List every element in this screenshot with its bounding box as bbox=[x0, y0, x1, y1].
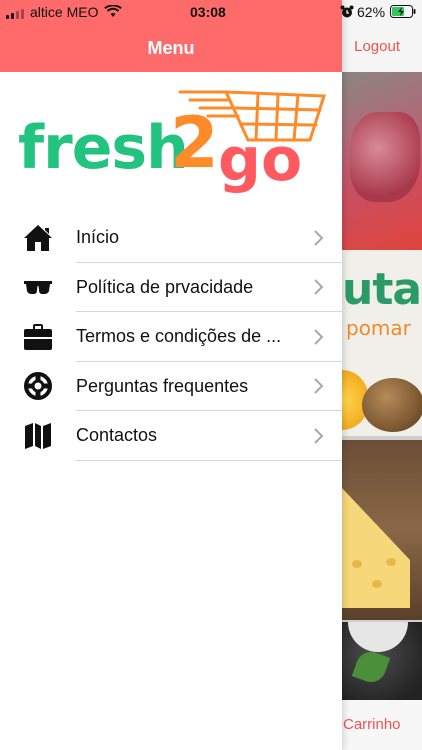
briefcase-icon bbox=[23, 322, 53, 352]
menu-item-label: Contactos bbox=[76, 425, 158, 446]
alarm-clock-icon bbox=[340, 5, 354, 18]
divider bbox=[76, 459, 342, 461]
chevron-right-icon bbox=[314, 329, 324, 345]
fresh2go-logo: fresh 2 go bbox=[18, 88, 328, 198]
menu-item-inicio[interactable]: Início bbox=[0, 213, 342, 263]
side-drawer: Menu fresh 2 go Início Política de prvac… bbox=[0, 0, 342, 750]
fruit-banner-title: uta bbox=[342, 264, 422, 315]
tab-cart[interactable]: Carrinho bbox=[343, 716, 401, 733]
sunglasses-icon bbox=[23, 272, 53, 302]
carrier-name: altice MEO bbox=[30, 4, 99, 20]
lifebuoy-icon bbox=[23, 371, 53, 401]
menu-item-termos-condicoes[interactable]: Termos e condições de ... bbox=[0, 312, 342, 362]
logo-text-fresh: fresh bbox=[18, 113, 189, 183]
menu-item-perguntas-frequentes[interactable]: Perguntas frequentes bbox=[0, 362, 342, 411]
cellular-signal-icon bbox=[6, 9, 24, 19]
logout-button[interactable]: Logout bbox=[354, 38, 400, 55]
menu-item-label: Perguntas frequentes bbox=[76, 375, 249, 396]
wifi-icon bbox=[104, 5, 122, 17]
home-icon bbox=[23, 223, 53, 253]
battery-icon bbox=[390, 5, 416, 18]
menu-item-contactos[interactable]: Contactos bbox=[0, 411, 342, 461]
category-tile-fruit[interactable]: uta pomar bbox=[342, 250, 422, 436]
category-tile-herbs[interactable] bbox=[342, 622, 422, 700]
logo-text-2: 2 bbox=[170, 102, 219, 184]
chevron-right-icon bbox=[314, 428, 324, 444]
menu-item-politica-privacidade[interactable]: Política de prvacidade bbox=[0, 263, 342, 312]
chevron-right-icon bbox=[314, 279, 324, 295]
menu-item-label: Termos e condições de ... bbox=[76, 326, 282, 347]
logo-text-go: go bbox=[218, 125, 303, 195]
chevron-right-icon bbox=[314, 378, 324, 394]
chevron-right-icon bbox=[314, 230, 324, 246]
battery-percentage: 62% bbox=[357, 4, 386, 20]
menu-list: Início Política de prvacidade Termos e c… bbox=[0, 213, 342, 461]
category-tile-cheese[interactable] bbox=[342, 440, 422, 620]
menu-title: Menu bbox=[147, 38, 195, 58]
menu-item-label: Início bbox=[76, 227, 120, 248]
fruit-banner-subtitle: pomar bbox=[346, 316, 411, 340]
status-bar: altice MEO 03:08 62% bbox=[0, 0, 422, 24]
clock: 03:08 bbox=[190, 4, 226, 20]
category-tile-meat[interactable] bbox=[342, 72, 422, 250]
map-icon bbox=[23, 421, 53, 451]
menu-item-label: Política de prvacidade bbox=[76, 276, 254, 297]
